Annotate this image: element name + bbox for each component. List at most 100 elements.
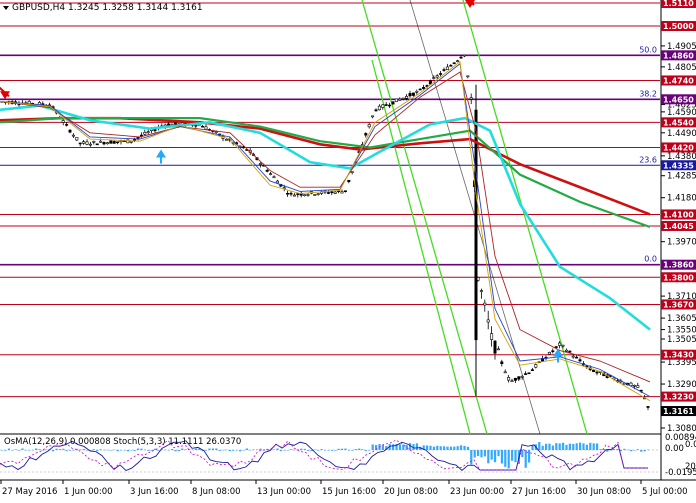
osma-bar [143, 449, 146, 451]
osma-bar [218, 450, 221, 451]
candle-body [68, 129, 72, 133]
osma-bar [259, 448, 262, 450]
candle-body [146, 131, 150, 134]
price-tick-label: 1.4805 [667, 63, 696, 73]
osma-bar [320, 449, 323, 450]
osma-bar [507, 450, 510, 469]
osma-bar [582, 443, 585, 450]
osma-bar [558, 443, 561, 450]
candle-body [326, 192, 330, 194]
candle-body [194, 124, 198, 127]
stoch-tick-label: 0.00 [685, 440, 696, 450]
osma-bar [443, 446, 446, 450]
osma-bar [130, 449, 133, 451]
candle [126, 139, 130, 144]
osma-bar [364, 450, 367, 451]
osma-bar [273, 449, 276, 450]
candle-body [445, 66, 449, 71]
osma-bar [177, 450, 180, 452]
price-badge-label: 1.3860 [663, 261, 694, 270]
osma-bar [633, 450, 636, 451]
osma-bar [470, 450, 473, 465]
candle-body [517, 376, 521, 380]
candle-body [405, 96, 409, 99]
price-chart[interactable]: 1.49051.48051.46251.45901.44901.43801.42… [0, 0, 696, 503]
candle-body [439, 73, 443, 75]
osma-bar [504, 450, 507, 467]
candle-body [371, 115, 375, 118]
candle-body [646, 406, 650, 408]
osma-bar [300, 448, 303, 450]
osma-bar [7, 448, 10, 450]
osma-bar [592, 443, 595, 450]
osma-bar [626, 449, 629, 451]
stoch-tick-label: 20 [685, 462, 696, 472]
candle-body [435, 75, 439, 78]
price-tick-label: 1.4590 [667, 108, 696, 118]
osma-bar [174, 450, 177, 452]
candle-body [71, 134, 75, 137]
candle-body [391, 101, 395, 105]
osma-bar [453, 446, 456, 450]
candle-body [452, 62, 456, 65]
candle-body [388, 104, 392, 107]
osma-bar [337, 448, 340, 450]
candle-body [275, 180, 279, 184]
osma-bar [405, 444, 408, 450]
osma-bar [290, 449, 293, 450]
osma-bar [45, 449, 48, 450]
candle-body [632, 384, 636, 387]
osma-bar [528, 450, 531, 463]
osma-bar [371, 444, 374, 450]
time-label: 20 Jun 08:00 [384, 487, 438, 497]
osma-bar [541, 445, 544, 450]
price-badge-label: 1.4540 [663, 118, 694, 127]
osma-bar [368, 450, 371, 451]
osma-bar [194, 448, 197, 450]
candle-body [479, 290, 483, 292]
candle [391, 101, 395, 105]
osma-bar [361, 449, 364, 450]
osma-bar [449, 446, 452, 450]
candle-body [483, 302, 487, 306]
osma-bar [460, 445, 463, 450]
osma-bar [58, 449, 61, 450]
candle-body [507, 377, 511, 381]
candle-body [530, 369, 534, 371]
candle-body [292, 194, 296, 197]
osma-bar [616, 449, 619, 450]
osma-bar [606, 450, 609, 452]
osma-bar [239, 450, 242, 452]
candle-body [422, 86, 426, 89]
osma-bar [24, 450, 27, 451]
symbol-label: GBPUSD,H4 1.3245 1.3258 1.3144 1.3161 [12, 3, 203, 13]
candle-body [595, 371, 599, 374]
osma-bar [113, 449, 116, 451]
osma-bar [157, 450, 160, 451]
osma-bar [647, 449, 650, 451]
osma-bar [487, 450, 490, 464]
price-badge-label: 1.5110 [663, 0, 694, 8]
osma-bar [171, 449, 174, 450]
osma-bar [252, 449, 255, 450]
osma-bar [334, 450, 337, 451]
osma-bar [500, 450, 503, 464]
osma-bar [514, 450, 517, 463]
candle-body [551, 350, 555, 353]
osma-bar [123, 450, 126, 451]
price-badge-label: 1.4650 [663, 95, 694, 104]
osma-bar [18, 450, 21, 451]
osma-bar [72, 450, 75, 451]
candle-body [129, 141, 133, 143]
candle-body [520, 375, 524, 378]
osma-bar [120, 450, 123, 451]
osma-bar [116, 450, 119, 452]
osma-bar [392, 444, 395, 450]
osma-bar [439, 446, 442, 450]
osma-bar [609, 450, 612, 451]
osma-bar [538, 442, 541, 450]
candle [527, 372, 531, 375]
chart-window[interactable]: 1.4905 1.4805 1.4625 1.4590 1.4490 1.4380 1.42… [0, 0, 696, 503]
candle-body [241, 146, 245, 149]
candle-body [381, 104, 385, 108]
